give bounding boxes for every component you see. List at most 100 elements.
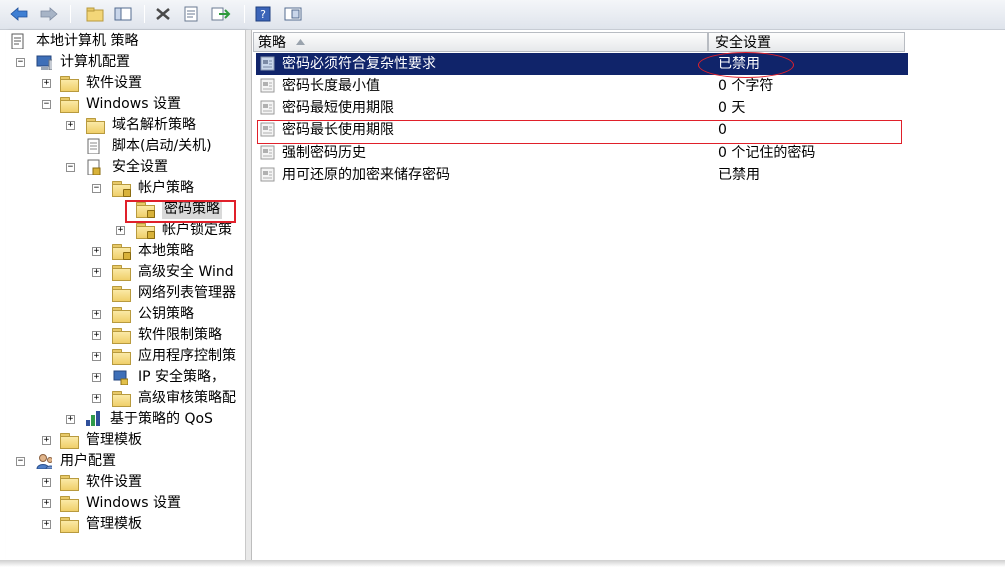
expand-icon[interactable]: + xyxy=(66,415,75,424)
tree-label: 软件设置 xyxy=(86,474,142,490)
policy-list[interactable]: 策略 安全设置 密码必须符合复杂性要求 已禁用 密码长度最小值 0 个字符 密码… xyxy=(253,30,1005,560)
expand-icon[interactable]: + xyxy=(92,247,101,256)
tree-label: 脚本(启动/关机) xyxy=(112,138,212,154)
tree-label: 网络列表管理器 xyxy=(138,285,236,301)
tree-label: 软件限制策略 xyxy=(138,327,222,343)
collapse-icon[interactable]: − xyxy=(42,100,51,109)
svg-text:?: ? xyxy=(260,8,266,21)
expand-icon[interactable]: + xyxy=(42,499,51,508)
policy-setting: 已禁用 xyxy=(718,167,760,183)
folder-icon xyxy=(60,97,79,113)
tree-label: 本地策略 xyxy=(138,243,194,259)
expand-icon[interactable]: + xyxy=(92,352,101,361)
policy-name: 密码必须符合复杂性要求 xyxy=(282,56,436,72)
folder-icon xyxy=(112,328,131,344)
forward-arrow-icon[interactable] xyxy=(38,4,60,24)
expand-icon[interactable]: + xyxy=(42,79,51,88)
expand-icon[interactable]: + xyxy=(42,436,51,445)
bar-chart-icon xyxy=(86,411,100,426)
toolbar: ? xyxy=(0,0,1005,30)
console-tree[interactable]: 本地计算机 策略 − 计算机配置 + 软件设置 − Windows 设置 + 域… xyxy=(6,30,246,560)
delete-icon[interactable] xyxy=(152,4,174,24)
tree-label: 基于策略的 QoS xyxy=(110,411,213,427)
policy-name: 密码最短使用期限 xyxy=(282,100,394,116)
column-header-setting[interactable]: 安全设置 xyxy=(708,32,905,52)
help-icon[interactable]: ? xyxy=(252,4,274,24)
tree-label: 帐户锁定策 xyxy=(162,222,232,238)
column-header-policy-label: 策略 xyxy=(258,35,286,51)
tree-label: 本地计算机 策略 xyxy=(36,33,139,49)
policy-row[interactable]: 密码长度最小值 0 个字符 xyxy=(256,75,908,97)
expand-icon[interactable]: + xyxy=(92,310,101,319)
column-header-policy[interactable]: 策略 xyxy=(253,32,708,52)
folder-icon xyxy=(112,307,131,323)
expand-icon[interactable]: + xyxy=(116,226,125,235)
tree-label: IP 安全策略， xyxy=(138,369,226,385)
max-age-row-highlight xyxy=(257,120,902,144)
tree-label: Windows 设置 xyxy=(86,96,181,112)
folder-icon xyxy=(60,517,79,533)
tree-label: 软件设置 xyxy=(86,75,142,91)
security-icon xyxy=(87,159,101,175)
disabled-value-highlight xyxy=(698,52,794,78)
script-icon xyxy=(87,138,100,154)
policy-document-icon xyxy=(11,33,24,49)
view-icon[interactable] xyxy=(282,4,304,24)
collapse-icon[interactable]: − xyxy=(92,184,101,193)
policy-row[interactable]: 密码必须符合复杂性要求 已禁用 xyxy=(256,53,908,75)
collapse-icon[interactable]: − xyxy=(66,163,75,172)
policy-setting: 0 天 xyxy=(718,100,746,116)
column-header-setting-label: 安全设置 xyxy=(715,35,771,51)
tree-label: 管理模板 xyxy=(86,432,142,448)
expand-icon[interactable]: + xyxy=(66,121,75,130)
policy-item-icon xyxy=(260,167,275,182)
policy-item-icon xyxy=(260,145,275,160)
expand-icon[interactable]: + xyxy=(42,520,51,529)
tree-label: 计算机配置 xyxy=(60,54,130,70)
expand-icon[interactable]: + xyxy=(92,331,101,340)
folder-icon xyxy=(60,76,79,92)
tree-label: 安全设置 xyxy=(112,159,168,175)
back-arrow-icon[interactable] xyxy=(8,4,30,24)
show-hide-tree-icon[interactable] xyxy=(112,4,134,24)
folder-icon xyxy=(86,118,105,134)
tree-label: 帐户策略 xyxy=(138,180,194,196)
tree-label: 高级安全 Wind xyxy=(138,264,234,280)
folder-icon xyxy=(112,391,131,407)
folder-icon xyxy=(60,475,79,491)
users-icon xyxy=(36,454,52,469)
policy-row[interactable]: 密码最短使用期限 0 天 xyxy=(256,97,908,119)
expand-icon[interactable]: + xyxy=(92,394,101,403)
folder-icon xyxy=(112,349,131,365)
tree-pane-splitter[interactable] xyxy=(246,30,252,560)
tree-label: 公钥策略 xyxy=(138,306,194,322)
lock-icon xyxy=(123,252,131,260)
collapse-icon[interactable]: − xyxy=(16,58,25,67)
lock-icon xyxy=(147,231,155,239)
tree-label: 应用程序控制策 xyxy=(138,348,236,364)
policy-row[interactable]: 用可还原的加密来储存密码 已禁用 xyxy=(256,164,908,186)
policy-item-icon xyxy=(260,100,275,115)
export-list-icon[interactable] xyxy=(210,4,232,24)
lock-icon xyxy=(147,210,155,218)
folder-icon xyxy=(112,265,131,281)
collapse-icon[interactable]: − xyxy=(16,457,25,466)
sort-ascending-icon xyxy=(296,39,305,45)
up-folder-icon[interactable] xyxy=(84,4,106,24)
tree-label: Windows 设置 xyxy=(86,495,181,511)
expand-icon[interactable]: + xyxy=(42,478,51,487)
tree-label: 管理模板 xyxy=(86,516,142,532)
properties-icon[interactable] xyxy=(180,4,202,24)
folder-icon xyxy=(60,433,79,449)
tree-label: 域名解析策略 xyxy=(112,117,196,133)
lock-icon xyxy=(123,189,131,197)
policy-name: 强制密码历史 xyxy=(282,145,366,161)
expand-icon[interactable]: + xyxy=(92,268,101,277)
policy-setting: 0 个字符 xyxy=(718,78,774,94)
policy-name: 密码长度最小值 xyxy=(282,78,380,94)
computer-icon xyxy=(36,55,52,70)
policy-item-icon xyxy=(260,78,275,93)
tree-label: 高级审核策略配 xyxy=(138,390,236,406)
policy-row[interactable]: 强制密码历史 0 个记住的密码 xyxy=(256,142,908,164)
expand-icon[interactable]: + xyxy=(92,373,101,382)
